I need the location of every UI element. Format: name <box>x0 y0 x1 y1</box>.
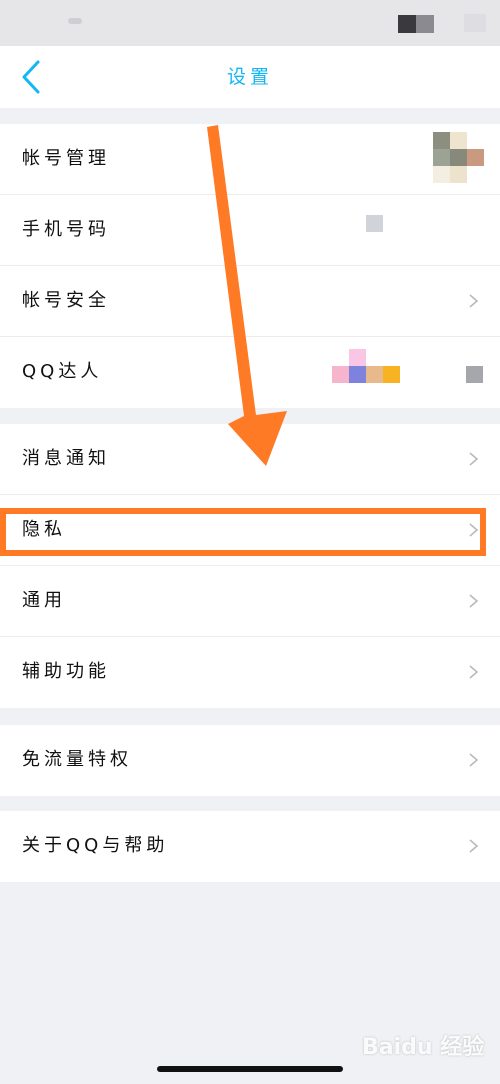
chevron-right-icon <box>469 665 479 679</box>
setting-row-general[interactable]: 通用 <box>0 566 500 637</box>
status-battery-blur <box>464 14 486 32</box>
settings-group-general: 消息通知 隐私 通用 辅助功能 <box>0 424 500 708</box>
setting-label: 通用 <box>22 590 66 611</box>
setting-row-account-security[interactable]: 帐号安全 <box>0 266 500 337</box>
status-signal-blur <box>398 15 434 33</box>
setting-row-phone-number[interactable]: 手机号码 <box>0 195 500 266</box>
chevron-right-icon <box>469 594 479 608</box>
setting-row-account-management[interactable]: 帐号管理 <box>0 124 500 195</box>
back-chevron-icon[interactable] <box>18 60 46 94</box>
settings-group-data-free: 免流量特权 <box>0 725 500 796</box>
setting-label: 免流量特权 <box>22 749 132 770</box>
page-title: 设置 <box>226 66 273 88</box>
setting-label: QQ达人 <box>22 361 103 382</box>
status-bar <box>0 0 500 46</box>
setting-label: 消息通知 <box>22 448 110 469</box>
setting-row-message-notification[interactable]: 消息通知 <box>0 424 500 495</box>
setting-row-free-data-privilege[interactable]: 免流量特权 <box>0 725 500 796</box>
settings-group-account: 帐号管理 手机号码 帐号安全 QQ达人 <box>0 124 500 408</box>
home-indicator <box>157 1066 343 1072</box>
chevron-right-icon <box>469 294 479 308</box>
phone-number-blur <box>366 215 383 232</box>
chevron-right-icon <box>469 839 479 853</box>
annotation-highlight-box <box>0 508 486 556</box>
watermark-text: Baidu 经验 <box>362 1035 485 1060</box>
setting-label: 关于QQ与帮助 <box>22 835 169 856</box>
setting-label: 帐号管理 <box>22 148 110 169</box>
status-time-blur <box>68 18 82 24</box>
setting-label: 帐号安全 <box>22 290 110 311</box>
setting-row-accessibility[interactable]: 辅助功能 <box>0 637 500 708</box>
watermark-logo: Baidu 经验 <box>362 1028 492 1068</box>
setting-label: 辅助功能 <box>22 661 110 682</box>
chevron-right-icon <box>469 753 479 767</box>
navigation-bar: 设置 <box>0 46 500 108</box>
settings-group-about: 关于QQ与帮助 <box>0 811 500 882</box>
setting-row-qq-expert[interactable]: QQ达人 <box>0 337 500 408</box>
setting-row-about-and-help[interactable]: 关于QQ与帮助 <box>0 811 500 882</box>
chevron-right-icon <box>469 452 479 466</box>
setting-label: 手机号码 <box>22 219 110 240</box>
